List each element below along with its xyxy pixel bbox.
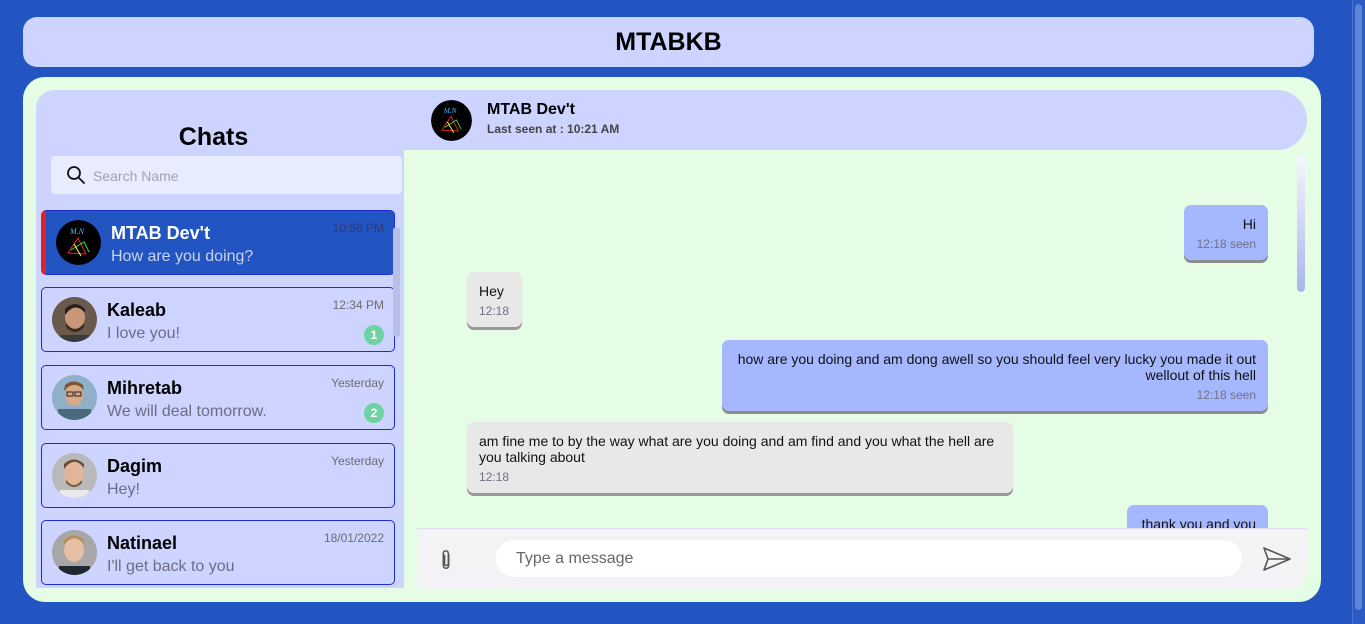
svg-text:M.N: M.N	[69, 227, 85, 236]
chat-name: Dagim	[107, 456, 163, 476]
svg-text:M.N: M.N	[443, 107, 458, 115]
message-meta: 12:18 seen	[1196, 237, 1256, 251]
chat-time: 12:34 PM	[332, 298, 384, 312]
chat-last-message: I'll get back to you	[107, 558, 235, 575]
message-list: Hi 12:18 seen Hey 12:18 how are you doin…	[417, 150, 1307, 528]
chat-app-frame: Chats M.N MTAB Dev't	[23, 77, 1321, 602]
chat-last-message: We will deal tomorrow.	[107, 403, 267, 420]
chat-item-natinael[interactable]: Natinael I'll get back to you 18/01/2022	[41, 520, 395, 585]
user-avatar	[52, 530, 97, 575]
conversation-header: M.N MTAB Dev't Last seen at : 10:21 AM	[404, 90, 1307, 150]
user-avatar	[52, 297, 97, 342]
message-bubble-outgoing: how are you doing and am dong awell so y…	[722, 340, 1268, 411]
chat-item-mtab-devt[interactable]: M.N MTAB Dev't How are you doing? 10:56 …	[41, 210, 395, 275]
message-meta: 12:18	[479, 470, 510, 484]
message-text: Hey	[479, 283, 504, 299]
logo-avatar: M.N	[56, 220, 101, 265]
chat-time: Yesterday	[331, 376, 384, 390]
chat-list: M.N MTAB Dev't How are you doing? 10:56 …	[36, 210, 404, 588]
message-meta: 12:18 seen	[1196, 388, 1256, 402]
chat-item-dagim[interactable]: Dagim Hey! Yesterday	[41, 443, 395, 508]
message-composer	[417, 528, 1307, 589]
page-scrollbar[interactable]	[1352, 0, 1365, 624]
sidebar-scrollbar[interactable]	[393, 227, 400, 337]
paperclip-icon[interactable]	[437, 549, 455, 571]
app-header: MTABKB	[23, 17, 1314, 67]
chat-time: Yesterday	[331, 454, 384, 468]
user-avatar	[52, 375, 97, 420]
chat-last-message: How are you doing?	[111, 248, 254, 265]
chats-heading: Chats	[178, 123, 249, 151]
message-text: thank you and you	[1141, 516, 1256, 528]
chat-time: 18/01/2022	[323, 531, 384, 545]
contact-name: MTAB Dev't	[487, 101, 575, 118]
unread-badge: 1	[364, 325, 384, 345]
message-bubble-incoming: am fine me to by the way what are you do…	[467, 422, 1013, 493]
app-title: MTABKB	[615, 27, 722, 56]
messages-scrollbar[interactable]	[1297, 155, 1305, 292]
search-box[interactable]	[51, 156, 402, 194]
message-bubble-outgoing: Hi 12:18 seen	[1184, 205, 1268, 260]
chat-last-message: I love you!	[107, 325, 180, 342]
user-avatar	[52, 453, 97, 498]
message-bubble-outgoing: thank you and you	[1127, 505, 1268, 528]
chat-name: Natinael	[107, 533, 178, 553]
chat-item-kaleab[interactable]: Kaleab I love you! 12:34 PM 1	[41, 287, 395, 352]
message-input[interactable]	[496, 540, 1242, 577]
message-text: am fine me to by the way what are you do…	[479, 433, 995, 465]
search-input[interactable]	[91, 162, 395, 190]
search-icon	[67, 166, 85, 184]
chat-last-message: Hey!	[107, 481, 140, 498]
message-text: Hi	[1242, 216, 1256, 232]
message-text: how are you doing and am dong awell so y…	[737, 351, 1256, 383]
chat-name: Mihretab	[107, 378, 183, 398]
unread-badge: 2	[364, 403, 384, 423]
chat-name: Kaleab	[107, 300, 167, 320]
send-icon[interactable]	[1262, 546, 1292, 572]
chat-item-mihretab[interactable]: Mihretab We will deal tomorrow. Yesterda…	[41, 365, 395, 430]
last-seen-status: Last seen at : 10:21 AM	[487, 122, 620, 136]
contact-avatar[interactable]: M.N	[431, 100, 472, 141]
chat-sidebar: Chats M.N MTAB Dev't	[36, 90, 404, 588]
chat-time: 10:56 PM	[332, 221, 384, 235]
message-bubble-incoming: Hey 12:18	[467, 272, 522, 327]
page-scrollbar-thumb[interactable]	[1355, 4, 1362, 610]
chat-name: MTAB Dev't	[111, 223, 210, 243]
message-meta: 12:18	[479, 304, 510, 318]
